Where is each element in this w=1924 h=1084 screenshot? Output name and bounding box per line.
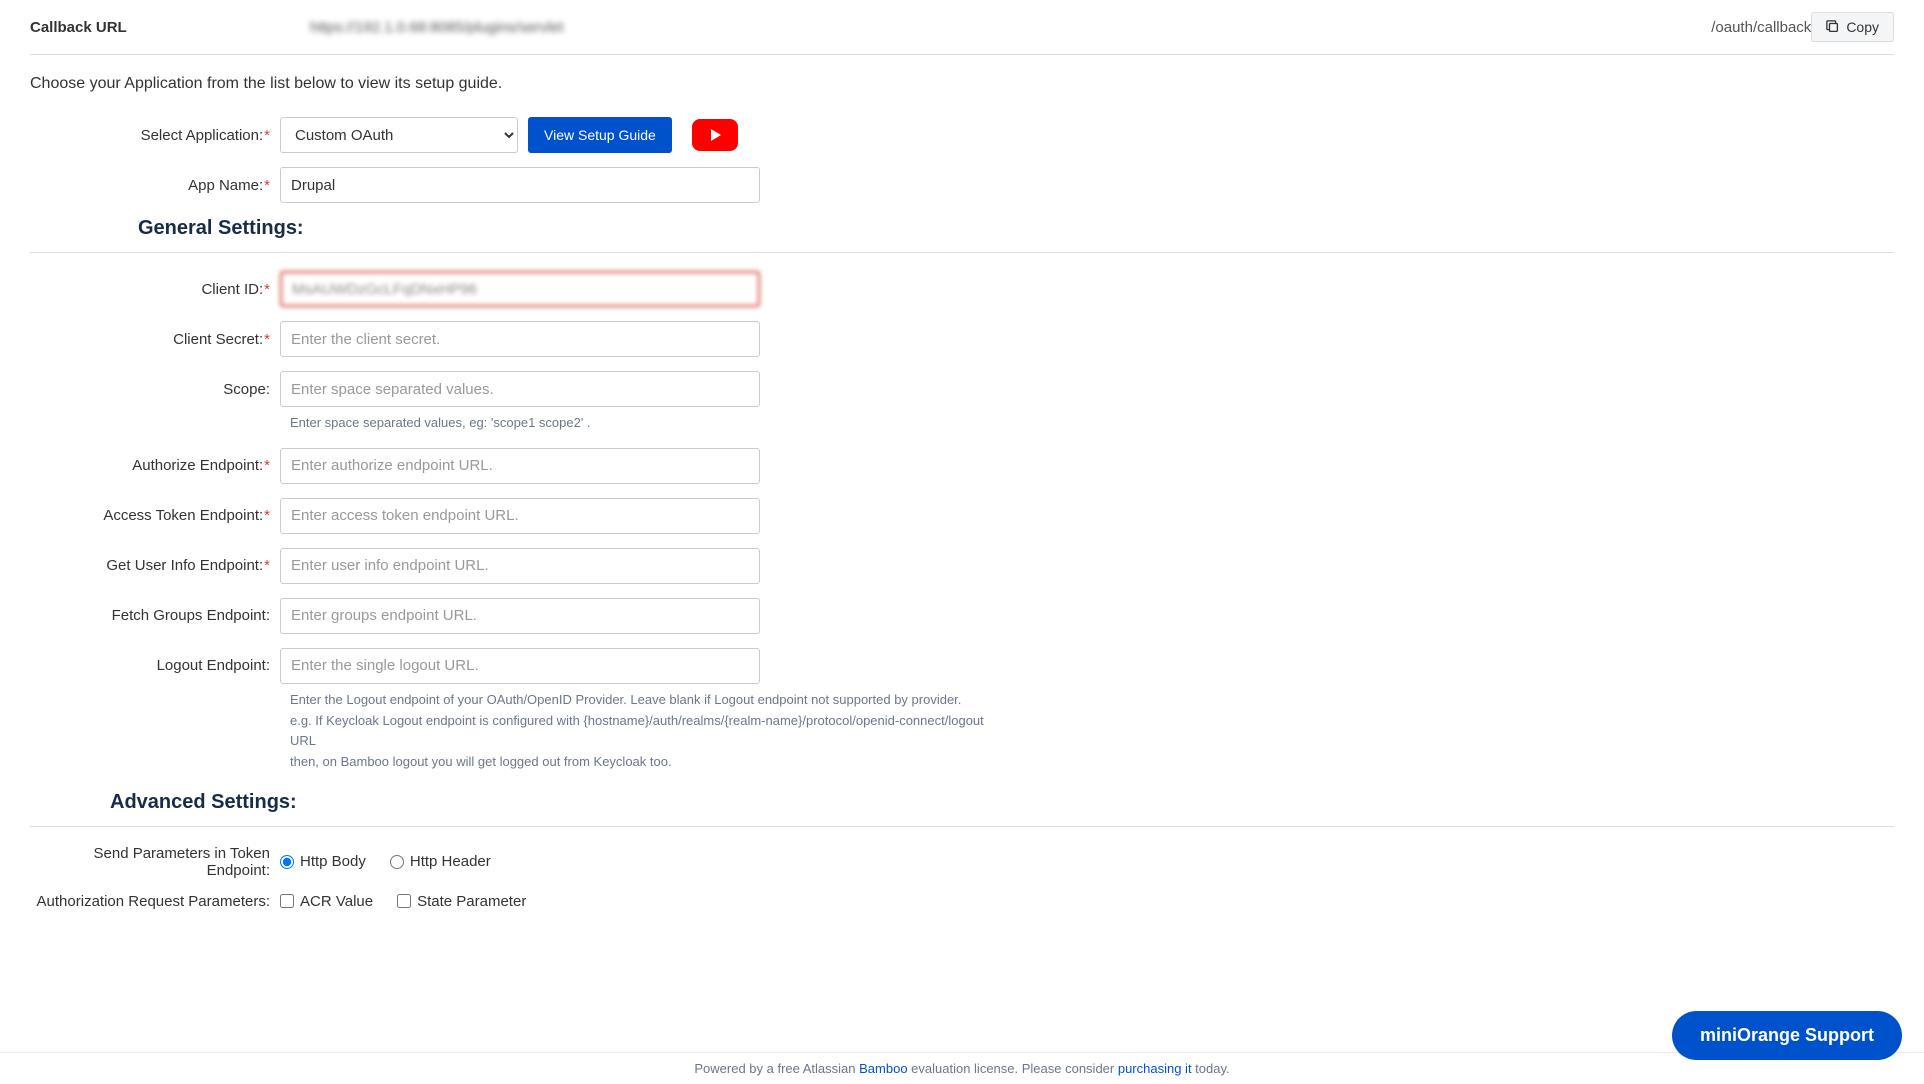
user-info-endpoint-input[interactable] [280, 548, 760, 584]
send-params-label: Send Parameters in Token Endpoint: [30, 845, 280, 879]
logout-help-line3: then, on Bamboo logout you will get logg… [290, 752, 990, 773]
state-parameter-checkbox[interactable] [397, 894, 411, 908]
description-text: Choose your Application from the list be… [30, 75, 1894, 93]
client-secret-label: Client Secret: [30, 331, 280, 348]
logout-endpoint-input[interactable] [280, 648, 760, 684]
miniorange-support-button[interactable]: miniOrange Support [1672, 1011, 1902, 1060]
access-token-endpoint-input[interactable] [280, 498, 760, 534]
user-info-endpoint-label: Get User Info Endpoint: [30, 557, 280, 574]
youtube-button[interactable] [692, 119, 738, 151]
http-body-radio[interactable] [280, 855, 294, 869]
divider [30, 252, 1894, 253]
auth-request-checkbox-group: ACR Value State Parameter [280, 893, 526, 910]
advanced-settings-header: Advanced Settings: [110, 791, 1894, 820]
access-token-endpoint-label: Access Token Endpoint: [30, 507, 280, 524]
callback-url-value-blurred: https://192.1.0.68:8085/plugins/servlet [310, 19, 1711, 36]
http-body-label: Http Body [300, 853, 366, 870]
copy-button-label: Copy [1846, 19, 1879, 35]
callback-url-row: Callback URL https://192.1.0.68:8085/plu… [30, 0, 1894, 55]
play-icon [707, 127, 723, 143]
footer-text2: evaluation license. Please consider [908, 1061, 1118, 1076]
authorize-endpoint-row: Authorize Endpoint: [30, 448, 1894, 484]
copy-button[interactable]: Copy [1811, 12, 1894, 42]
copy-icon [1826, 20, 1840, 34]
callback-url-label: Callback URL [30, 19, 310, 36]
send-params-radio-group: Http Body Http Header [280, 853, 491, 870]
select-application-dropdown[interactable]: Custom OAuth [280, 117, 518, 153]
client-secret-row: Client Secret: [30, 321, 1894, 357]
app-name-row: App Name: [30, 167, 1894, 203]
logout-endpoint-row: Logout Endpoint: [30, 648, 1894, 684]
logout-help-line1: Enter the Logout endpoint of your OAuth/… [290, 690, 990, 711]
scope-input[interactable] [280, 371, 760, 407]
callback-url-value-clear: /oauth/callback [1711, 19, 1811, 36]
divider [30, 826, 1894, 827]
footer-text3: today. [1192, 1061, 1230, 1076]
view-setup-guide-button[interactable]: View Setup Guide [528, 117, 672, 153]
user-info-endpoint-row: Get User Info Endpoint: [30, 548, 1894, 584]
access-token-endpoint-row: Access Token Endpoint: [30, 498, 1894, 534]
client-id-row: Client ID: [30, 271, 1894, 307]
acr-value-label: ACR Value [300, 893, 373, 910]
purchasing-link[interactable]: purchasing it [1118, 1061, 1192, 1076]
logout-endpoint-label: Logout Endpoint: [30, 657, 280, 674]
send-params-row: Send Parameters in Token Endpoint: Http … [30, 845, 1894, 879]
scope-row: Scope: [30, 371, 1894, 407]
client-id-input[interactable] [280, 271, 760, 307]
logout-help-line2: e.g. If Keycloak Logout endpoint is conf… [290, 711, 990, 753]
acr-value-checkbox-item[interactable]: ACR Value [280, 893, 373, 910]
authorize-endpoint-label: Authorize Endpoint: [30, 457, 280, 474]
bamboo-link[interactable]: Bamboo [859, 1061, 907, 1076]
select-application-row: Select Application: Custom OAuth View Se… [30, 117, 1894, 153]
fetch-groups-endpoint-input[interactable] [280, 598, 760, 634]
fetch-groups-endpoint-row: Fetch Groups Endpoint: [30, 598, 1894, 634]
select-application-label: Select Application: [30, 127, 280, 144]
http-body-radio-item[interactable]: Http Body [280, 853, 366, 870]
fetch-groups-endpoint-label: Fetch Groups Endpoint: [30, 607, 280, 624]
http-header-radio-item[interactable]: Http Header [390, 853, 491, 870]
http-header-radio[interactable] [390, 855, 404, 869]
scope-label: Scope: [30, 381, 280, 398]
logout-help-text: Enter the Logout endpoint of your OAuth/… [290, 690, 990, 773]
state-parameter-checkbox-item[interactable]: State Parameter [397, 893, 526, 910]
footer-text1: Powered by a free Atlassian [694, 1061, 859, 1076]
client-id-label: Client ID: [30, 281, 280, 298]
authorize-endpoint-input[interactable] [280, 448, 760, 484]
auth-request-params-row: Authorization Request Parameters: ACR Va… [30, 893, 1894, 910]
general-settings-header: General Settings: [138, 217, 1894, 246]
acr-value-checkbox[interactable] [280, 894, 294, 908]
footer: Powered by a free Atlassian Bamboo evalu… [0, 1052, 1924, 1084]
state-parameter-label: State Parameter [417, 893, 526, 910]
scope-help-text: Enter space separated values, eg: 'scope… [290, 413, 990, 434]
http-header-label: Http Header [410, 853, 491, 870]
auth-request-params-label: Authorization Request Parameters: [30, 893, 280, 910]
app-name-label: App Name: [30, 177, 280, 194]
app-name-input[interactable] [280, 167, 760, 203]
client-secret-input[interactable] [280, 321, 760, 357]
